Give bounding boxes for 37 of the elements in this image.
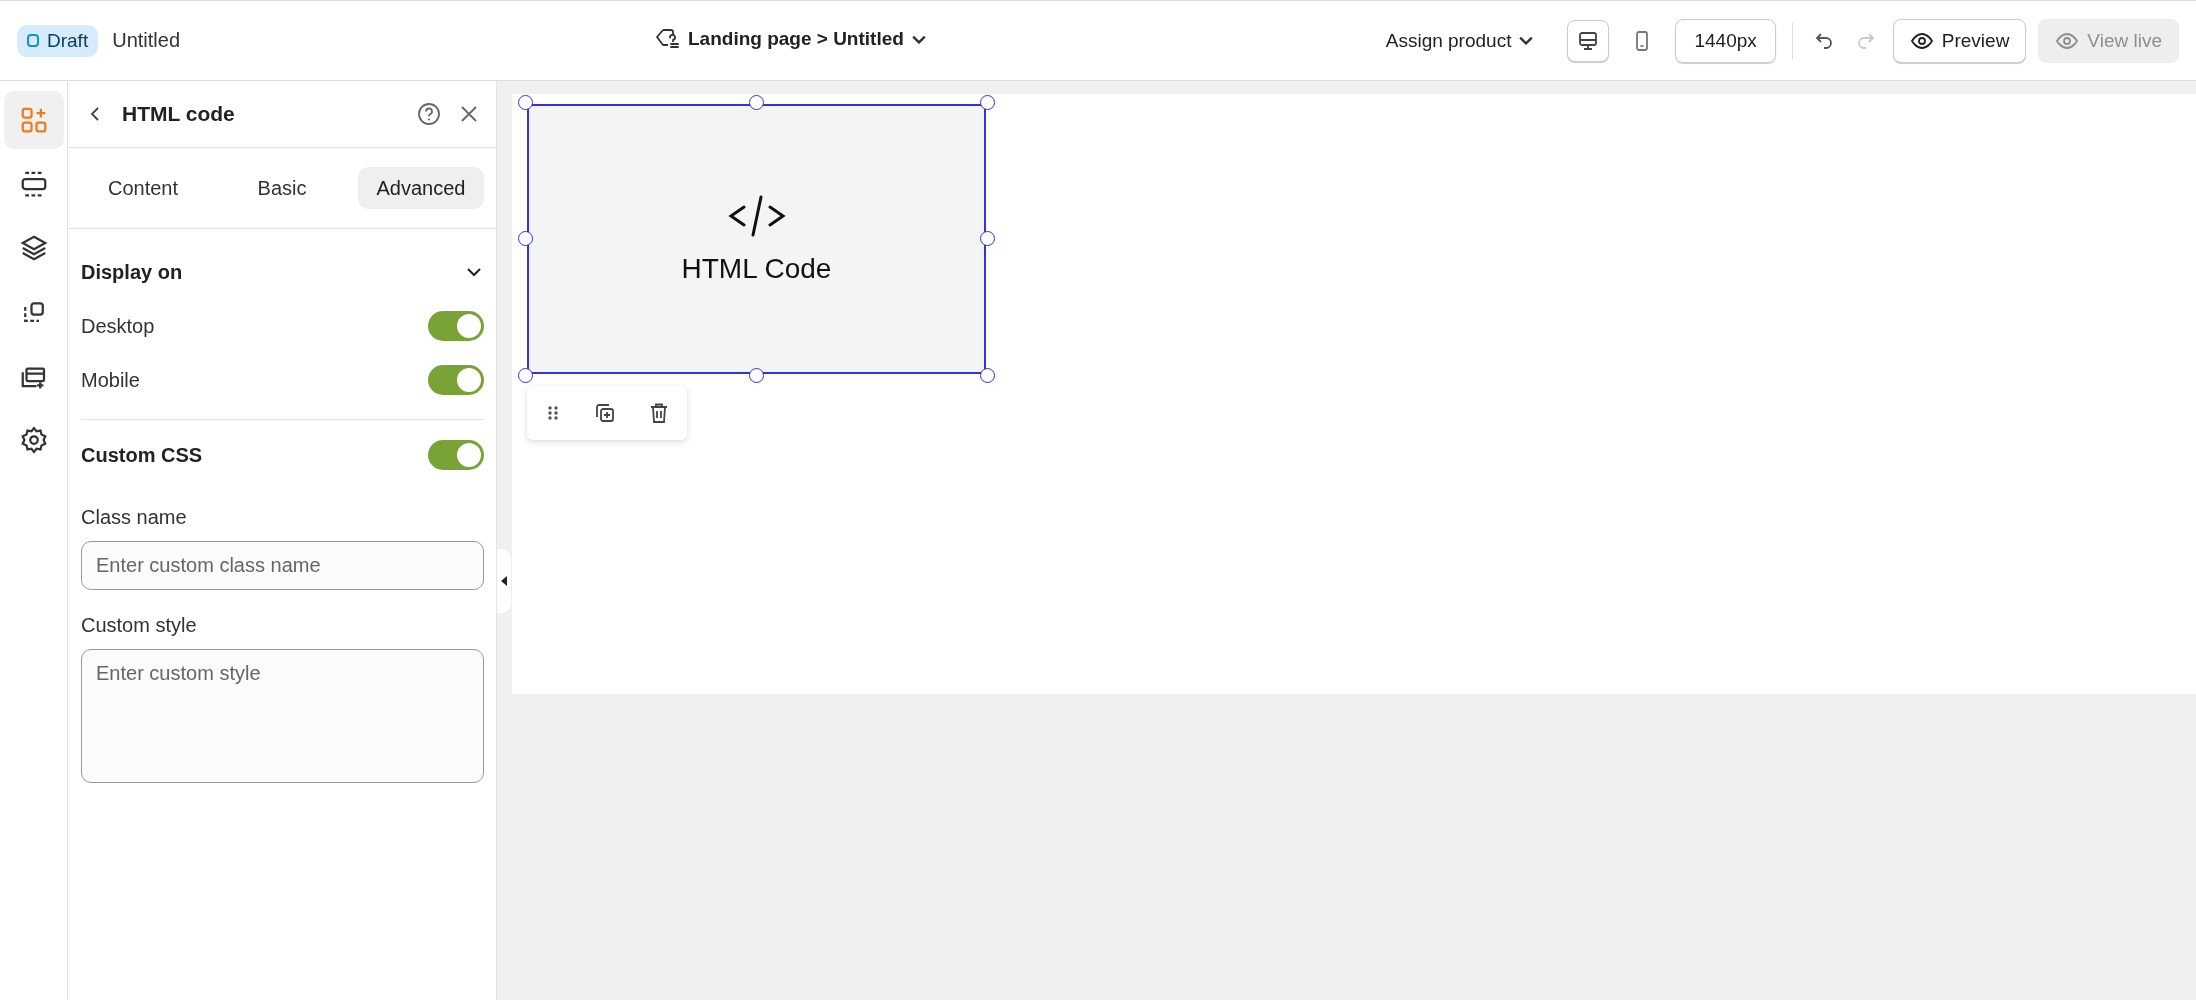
chevron-down-icon <box>1519 36 1534 45</box>
monitor-icon <box>1577 29 1600 52</box>
preview-button[interactable]: Preview <box>1892 18 2027 63</box>
help-icon[interactable] <box>416 101 442 127</box>
resize-handle[interactable] <box>518 368 533 383</box>
assign-product-dropdown[interactable]: Assign product <box>1379 28 1540 53</box>
toggle-label: Custom CSS <box>81 443 203 467</box>
tag-icon <box>654 27 680 51</box>
toggle-switch[interactable] <box>428 365 484 395</box>
layers-icon <box>18 233 49 263</box>
toggle-switch[interactable] <box>428 311 484 341</box>
panel-tab[interactable]: Content <box>80 167 206 209</box>
resize-handle[interactable] <box>980 95 995 110</box>
canvas-width-field[interactable]: 1440px <box>1675 18 1776 63</box>
page-type-dropdown[interactable]: Landing page > Untitled <box>654 27 926 51</box>
section-title: Display on <box>81 260 183 284</box>
block-label: HTML Code <box>681 253 832 285</box>
panel-tab[interactable]: Basic <box>219 167 345 209</box>
toggle-label: Desktop <box>81 314 155 338</box>
field-label: Custom style <box>81 614 198 637</box>
status-badge: Draft <box>17 24 99 57</box>
class-name-field[interactable]: Enter custom class name <box>81 541 484 590</box>
code-icon <box>726 193 787 239</box>
custom-style-field[interactable]: Enter custom style <box>81 649 484 783</box>
page-name: Untitled <box>112 29 180 52</box>
html-code-block[interactable]: HTML Code <box>527 104 986 374</box>
panel-title: HTML code <box>122 102 236 126</box>
panel-tab[interactable]: Advanced <box>358 167 484 209</box>
resize-handle[interactable] <box>980 368 995 383</box>
chevron-down-icon <box>911 34 926 44</box>
collapse-panel-handle[interactable] <box>497 549 511 613</box>
resize-handle[interactable] <box>518 95 533 110</box>
toggle-label: Mobile <box>81 368 140 392</box>
field-label: Class name <box>81 506 188 529</box>
toggle-switch[interactable] <box>428 440 484 470</box>
desktop-view-button[interactable] <box>1567 19 1610 62</box>
duplicate-icon[interactable] <box>593 401 617 425</box>
